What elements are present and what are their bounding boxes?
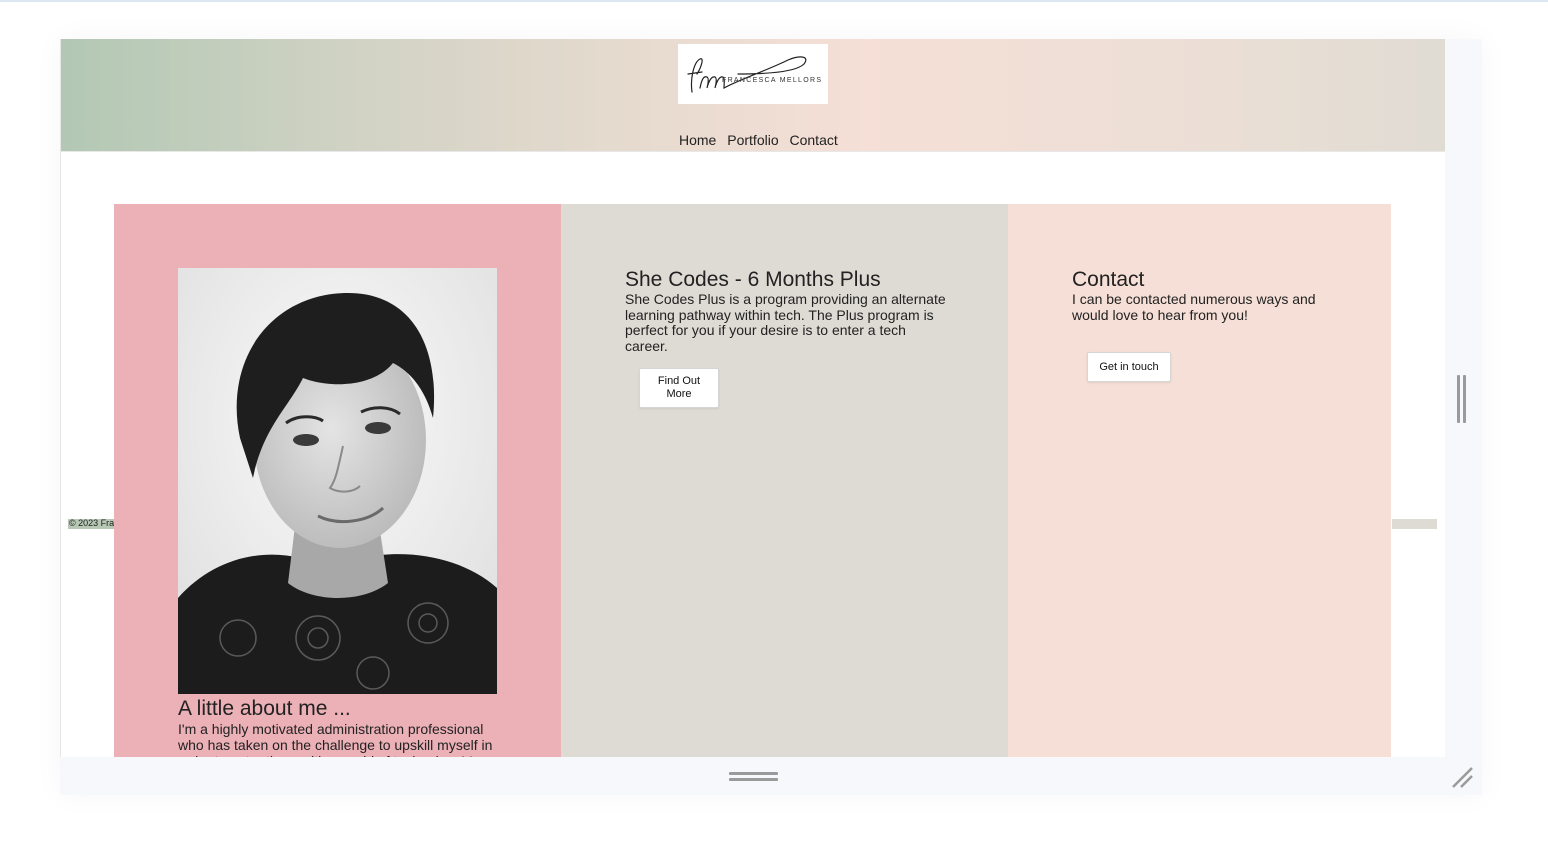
corner-resize-icon[interactable] [1450,765,1476,791]
horizontal-resize-handle[interactable] [729,772,779,782]
about-text: I'm a highly motivated administration pr… [178,721,493,757]
main-nav: Home Portfolio Contact [679,132,845,148]
site-header: FRANCESCA MELLORS Home Portfolio Contact [61,39,1445,152]
shecodes-panel: She Codes - 6 Months Plus She Codes Plus… [561,204,1008,757]
nav-portfolio-link[interactable]: Portfolio [727,132,778,148]
top-border [0,0,1548,2]
contact-heading: Contact [1072,268,1145,291]
shecodes-text: She Codes Plus is a program providing an… [625,291,946,354]
about-heading: A little about me ... [178,697,351,720]
logo-wordmark: FRANCESCA MELLORS [722,77,823,84]
footer-bar-right [1392,519,1437,529]
site-logo[interactable]: FRANCESCA MELLORS [678,44,828,104]
contact-panel: Contact I can be contacted numerous ways… [1008,204,1391,757]
vertical-resize-handle[interactable] [1457,375,1467,425]
website-viewport[interactable]: FRANCESCA MELLORS Home Portfolio Contact… [60,39,1445,757]
profile-photo [178,268,497,694]
shecodes-heading: She Codes - 6 Months Plus [625,268,881,291]
get-in-touch-button[interactable]: Get in touch [1087,352,1171,382]
signature-logo-icon [687,56,807,93]
find-out-more-button[interactable]: Find Out More [639,368,719,408]
contact-text: I can be contacted numerous ways and wou… [1072,291,1316,323]
content-panels: A little about me ... I'm a highly motiv… [114,204,1392,757]
about-panel: A little about me ... I'm a highly motiv… [114,204,561,757]
nav-contact-link[interactable]: Contact [790,132,838,148]
nav-home-link[interactable]: Home [679,132,716,148]
